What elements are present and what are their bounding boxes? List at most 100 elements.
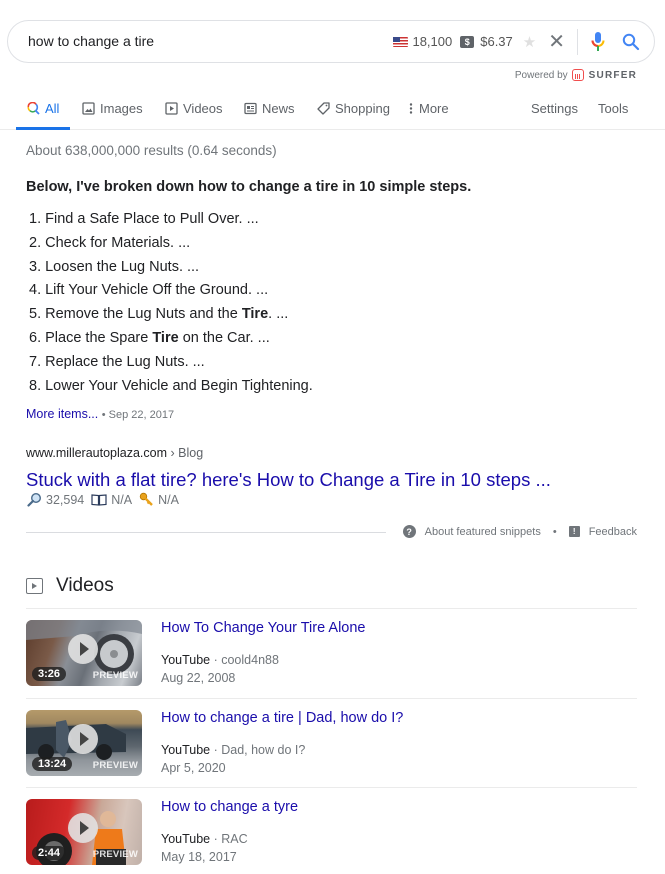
tab-news[interactable]: News	[244, 101, 295, 116]
feedback-link[interactable]: Feedback	[589, 526, 637, 538]
image-icon	[82, 102, 95, 115]
video-thumbnail[interactable]: 13:24 PREVIEW	[26, 710, 142, 776]
video-source: YouTube · Dad, how do I?	[161, 743, 306, 757]
snippet-footer: ? About featured snippets • ! Feedback	[26, 522, 637, 542]
search-input[interactable]: how to change a tire	[28, 33, 154, 49]
surfer-label: SURFER	[588, 69, 637, 81]
video-result[interactable]: 3:26 PREVIEW How To Change Your Tire Alo…	[26, 620, 637, 686]
video-title-link[interactable]: How to change a tyre	[161, 799, 298, 815]
divider	[26, 608, 637, 609]
tab-label: Videos	[183, 101, 223, 116]
about-featured-snippets-link[interactable]: About featured snippets	[425, 526, 541, 538]
preview-label: PREVIEW	[92, 670, 138, 681]
snippet-more-row: More items... • Sep 22, 2017	[26, 407, 174, 421]
divider	[577, 28, 578, 55]
key-icon	[139, 492, 154, 507]
clear-icon[interactable]: ✕	[548, 32, 565, 52]
divider	[26, 698, 637, 699]
tab-shopping[interactable]: Shopping	[317, 101, 390, 116]
tab-more[interactable]: More	[408, 101, 449, 116]
tools-link[interactable]: Tools	[598, 101, 628, 116]
tab-all[interactable]: All	[27, 101, 59, 116]
divider	[26, 787, 637, 788]
tab-label: Images	[100, 101, 143, 116]
tab-label: All	[45, 101, 60, 116]
tab-images[interactable]: Images	[82, 101, 143, 116]
step-item: 1. Find a Safe Place to Pull Over. ...	[29, 211, 259, 227]
step-item: 2. Check for Materials. ...	[29, 234, 191, 251]
powered-by-label: Powered by	[514, 69, 568, 81]
step-item: 8. Lower Your Vehicle and Begin Tighteni…	[29, 377, 313, 394]
video-duration: 2:44	[32, 846, 67, 860]
result-cite: www.millerautoplaza.com › Blog	[26, 446, 203, 460]
videos-section-header: Videos	[26, 575, 114, 597]
cite-domain: www.millerautoplaza.com	[26, 446, 168, 460]
powered-by-surfer: Powered by SURFER	[515, 69, 637, 81]
dollar-icon: $	[460, 35, 475, 48]
video-duration: 13:24	[32, 757, 73, 771]
step-item: 7. Replace the Lug Nuts. ...	[29, 353, 205, 370]
play-icon	[68, 724, 98, 754]
video-thumbnail[interactable]: 2:44 PREVIEW	[26, 799, 142, 865]
video-source: YouTube · RAC	[161, 832, 248, 846]
more-items-link[interactable]: More items...	[26, 407, 98, 421]
videos-heading: Videos	[56, 575, 114, 596]
search-icon[interactable]	[622, 33, 640, 51]
help-icon: ?	[402, 525, 416, 538]
search-icon	[27, 102, 40, 115]
metric-visits: 32,594	[46, 492, 85, 507]
snippet-footer-actions: ? About featured snippets • ! Feedback	[402, 525, 637, 538]
microphone-icon[interactable]	[590, 31, 606, 53]
magnifier-icon	[27, 492, 42, 507]
more-vert-icon	[408, 102, 414, 115]
us-flag-icon	[393, 36, 409, 47]
settings-link[interactable]: Settings	[531, 101, 578, 116]
video-result[interactable]: 2:44 PREVIEW How to change a tyre YouTub…	[26, 799, 637, 865]
play-icon	[68, 813, 98, 843]
video-title-link[interactable]: How to change a tire | Dad, how do I?	[161, 710, 403, 726]
video-icon	[165, 102, 178, 115]
search-box[interactable]: how to change a tire 18,100 $ $6.37 ★ ✕	[7, 20, 655, 63]
seo-metrics: 32,594 N/A N/A	[27, 492, 186, 507]
video-duration: 3:26	[32, 667, 67, 681]
preview-label: PREVIEW	[92, 849, 138, 860]
step-item: 6. Place the Spare Tire on the Car. ...	[29, 329, 270, 346]
video-icon	[26, 578, 43, 594]
result-stats: About 638,000,000 results (0.64 seconds)	[26, 143, 277, 158]
cpc-value: $6.37	[480, 34, 513, 49]
tab-label: Shopping	[335, 101, 390, 116]
video-thumbnail[interactable]: 3:26 PREVIEW	[26, 620, 142, 686]
preview-label: PREVIEW	[92, 760, 138, 771]
feedback-icon: !	[568, 526, 580, 537]
video-date: May 18, 2017	[161, 850, 237, 864]
snippet-heading: Below, I've broken down how to change a …	[26, 179, 472, 195]
tab-label: More	[419, 101, 449, 116]
tab-videos[interactable]: Videos	[165, 101, 223, 116]
step-item: 5. Remove the Lug Nuts and the Tire. ...	[29, 306, 289, 323]
snippet-date: Sep 22, 2017	[108, 409, 175, 421]
divider	[26, 532, 386, 533]
video-result[interactable]: 13:24 PREVIEW How to change a tire | Dad…	[26, 710, 637, 776]
search-box-actions: 18,100 $ $6.37 ★ ✕	[393, 21, 640, 62]
surfer-logo-icon	[571, 69, 584, 81]
star-icon[interactable]: ★	[523, 33, 536, 51]
play-icon	[68, 634, 98, 664]
video-date: Apr 5, 2020	[161, 761, 226, 775]
snippet-steps: 1. Find a Safe Place to Pull Over. ... 2…	[29, 208, 313, 398]
tag-icon	[317, 102, 330, 115]
search-volume: 18,100	[412, 34, 453, 49]
step-item: 3. Loosen the Lug Nuts. ...	[29, 258, 200, 275]
search-tabs: All Images Videos News Shopping More Set…	[0, 92, 665, 130]
metric-keywords: N/A	[158, 492, 179, 507]
cite-breadcrumb: › Blog	[167, 446, 204, 460]
video-date: Aug 22, 2008	[161, 671, 236, 685]
video-source: YouTube · coold4n88	[161, 653, 279, 667]
video-title-link[interactable]: How To Change Your Tire Alone	[161, 620, 366, 636]
news-icon	[244, 102, 257, 115]
tab-label: News	[262, 101, 295, 116]
bullet-separator: •	[101, 409, 109, 421]
book-icon	[91, 493, 107, 506]
result-title-link[interactable]: Stuck with a flat tire? here's How to Ch…	[26, 469, 551, 491]
active-tab-indicator	[16, 127, 70, 130]
step-item: 4. Lift Your Vehicle Off the Ground. ...	[29, 282, 269, 299]
